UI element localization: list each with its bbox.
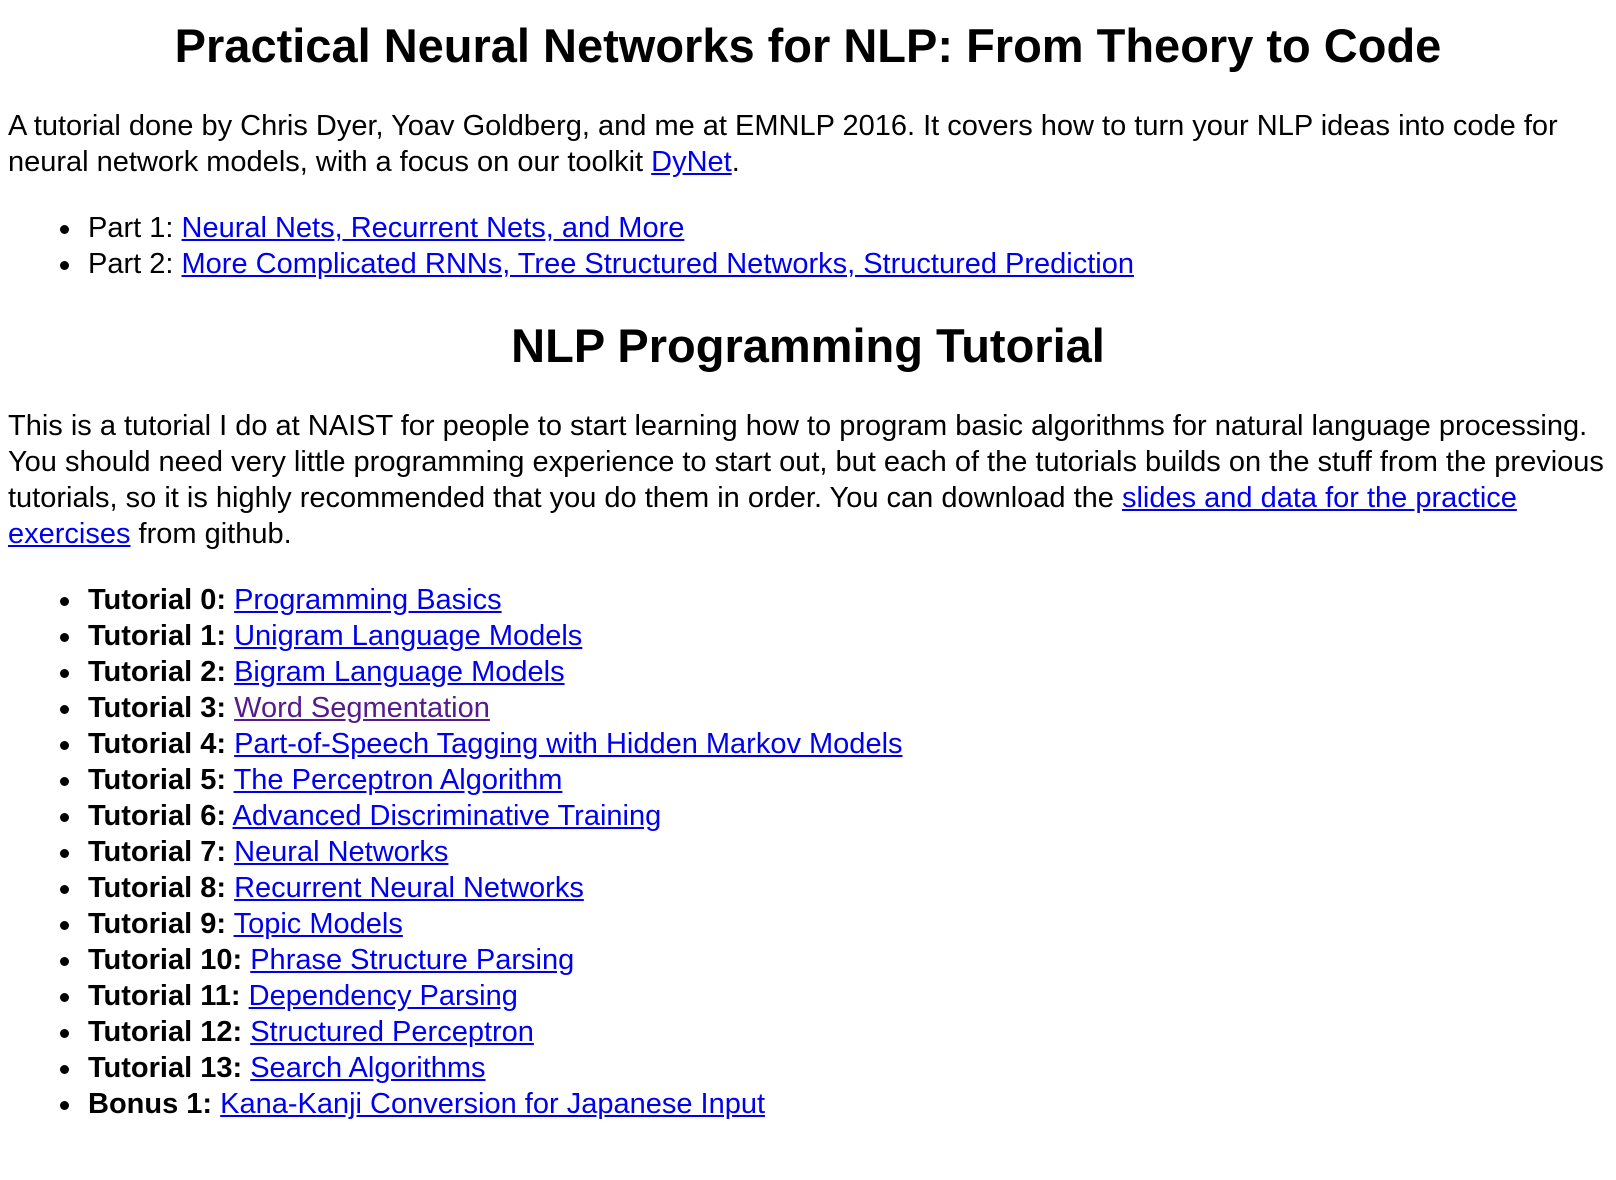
tutorial-label: Tutorial 4: [88,728,227,760]
tutorial-label: Tutorial 1: [88,620,227,652]
tutorial-5-link[interactable]: The Perceptron Algorithm [234,764,563,796]
tutorial-0-link[interactable]: Programming Basics [234,584,502,616]
list-item: Tutorial 13: Search Algorithms [60,1050,1608,1086]
intro-text: A tutorial done by Chris Dyer, Yoav Gold… [8,110,1558,178]
tutorial-3-link[interactable]: Word Segmentation [234,692,490,724]
list-item: Tutorial 1: Unigram Language Models [60,618,1608,654]
list-item: Tutorial 7: Neural Networks [60,834,1608,870]
nlp-programming-intro: This is a tutorial I do at NAIST for peo… [8,408,1608,552]
tutorial-9-link[interactable]: Topic Models [234,908,403,940]
tutorial-label: Tutorial 8: [88,872,227,904]
bonus-1-link[interactable]: Kana-Kanji Conversion for Japanese Input [220,1088,765,1120]
intro-end: . [731,146,740,178]
tutorial-label: Tutorial 12: [88,1016,243,1048]
list-item: Tutorial 10: Phrase Structure Parsing [60,942,1608,978]
list-item: Tutorial 6: Advanced Discriminative Trai… [60,798,1608,834]
parts-list: Part 1: Neural Nets, Recurrent Nets, and… [8,210,1608,282]
tutorial-7-link[interactable]: Neural Networks [234,836,448,868]
tutorial-list: Tutorial 0: Programming Basics Tutorial … [8,582,1608,1122]
tutorial-label: Tutorial 3: [88,692,227,724]
tutorial-12-link[interactable]: Structured Perceptron [250,1016,534,1048]
tutorial-label: Tutorial 0: [88,584,227,616]
list-item: Tutorial 12: Structured Perceptron [60,1014,1608,1050]
list-item: Part 2: More Complicated RNNs, Tree Stru… [60,246,1608,282]
tutorial-11-link[interactable]: Dependency Parsing [249,980,518,1012]
list-item: Tutorial 3: Word Segmentation [60,690,1608,726]
tutorial-4-link[interactable]: Part-of-Speech Tagging with Hidden Marko… [234,728,902,760]
tutorial-13-link[interactable]: Search Algorithms [250,1052,485,1084]
dynet-link[interactable]: DyNet [651,146,732,178]
tutorial-6-link[interactable]: Advanced Discriminative Training [233,800,662,832]
tutorial-label: Tutorial 13: [88,1052,243,1084]
tutorial-label: Tutorial 11: [88,980,241,1012]
tutorial-label: Tutorial 2: [88,656,227,688]
section-title-neural-networks: Practical Neural Networks for NLP: From … [174,19,1442,72]
tutorial-label: Tutorial 10: [88,944,243,976]
tutorial-label: Tutorial 6: [88,800,227,832]
tutorial-2-link[interactable]: Bigram Language Models [234,656,564,688]
list-item: Tutorial 2: Bigram Language Models [60,654,1608,690]
list-item: Tutorial 9: Topic Models [60,906,1608,942]
page-content: Practical Neural Networks for NLP: From … [0,0,1616,1122]
tutorial-label: Tutorial 5: [88,764,227,796]
part-label: Part 1: [88,212,182,244]
bonus-label: Bonus 1: [88,1088,213,1120]
tutorial-label: Tutorial 9: [88,908,227,940]
intro-end: from github. [130,518,292,550]
part-1-link[interactable]: Neural Nets, Recurrent Nets, and More [182,212,685,244]
part-label: Part 2: [88,248,182,280]
neural-networks-intro: A tutorial done by Chris Dyer, Yoav Gold… [8,108,1608,180]
tutorial-8-link[interactable]: Recurrent Neural Networks [234,872,584,904]
tutorial-10-link[interactable]: Phrase Structure Parsing [250,944,574,976]
list-item: Part 1: Neural Nets, Recurrent Nets, and… [60,210,1608,246]
list-item: Tutorial 0: Programming Basics [60,582,1608,618]
section-title-nlp-programming: NLP Programming Tutorial [511,319,1105,372]
list-item: Bonus 1: Kana-Kanji Conversion for Japan… [60,1086,1608,1122]
part-2-link[interactable]: More Complicated RNNs, Tree Structured N… [182,248,1135,280]
list-item: Tutorial 4: Part-of-Speech Tagging with … [60,726,1608,762]
list-item: Tutorial 11: Dependency Parsing [60,978,1608,1014]
tutorial-1-link[interactable]: Unigram Language Models [234,620,582,652]
tutorial-label: Tutorial 7: [88,836,227,868]
list-item: Tutorial 8: Recurrent Neural Networks [60,870,1608,906]
list-item: Tutorial 5: The Perceptron Algorithm [60,762,1608,798]
